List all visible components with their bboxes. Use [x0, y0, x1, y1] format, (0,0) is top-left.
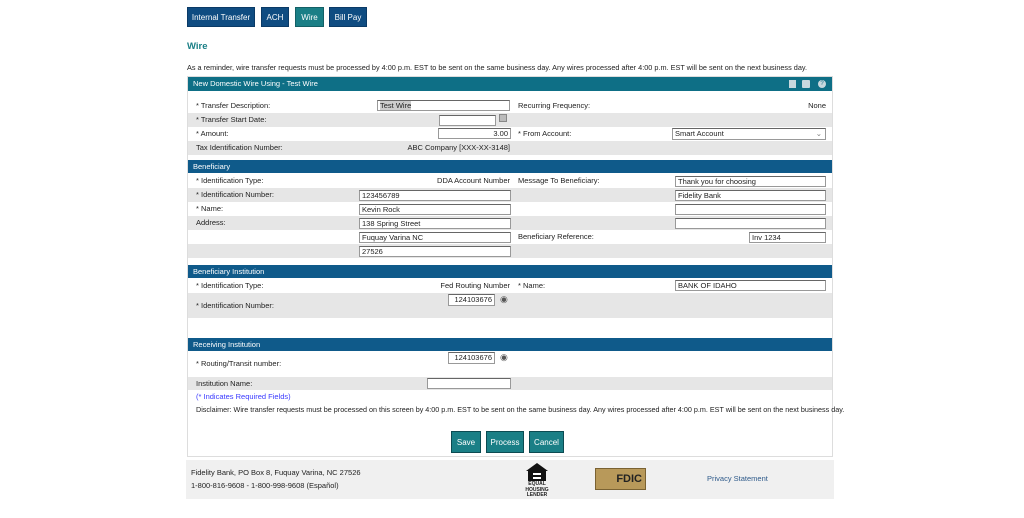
- beneficiary-name-input[interactable]: Kevin Rock: [359, 204, 511, 215]
- tax-id-label: Tax Identification Number:: [196, 143, 283, 152]
- save-button[interactable]: Save: [451, 431, 481, 453]
- equal-housing-lender-text: EQUAL HOUSING LENDER: [525, 481, 549, 498]
- process-button[interactable]: Process: [486, 431, 524, 453]
- save-icon[interactable]: [789, 80, 796, 88]
- beneficiary-id-type-label: * Identification Type:: [196, 176, 264, 185]
- message-line-4-input[interactable]: [675, 218, 826, 229]
- beneficiary-name-label: * Name:: [196, 204, 224, 213]
- address-line-1-input[interactable]: 138 Spring Street: [359, 218, 511, 229]
- amount-input[interactable]: 3.00: [438, 128, 511, 139]
- tab-ach[interactable]: ACH: [261, 7, 289, 27]
- tab-wire[interactable]: Wire: [295, 7, 324, 27]
- address-label: Address:: [196, 218, 226, 227]
- from-account-select[interactable]: Smart Account ⌄: [672, 128, 826, 140]
- panel-header: New Domestic Wire Using - Test Wire ?: [188, 77, 832, 91]
- row-bg: [188, 141, 832, 155]
- receiving-institution-name-label: Institution Name:: [196, 379, 253, 388]
- beneficiary-id-number-label: * Identification Number:: [196, 190, 274, 199]
- chevron-down-icon: ⌄: [815, 129, 822, 138]
- from-account-value: Smart Account: [675, 129, 724, 138]
- institution-id-number-input[interactable]: 124103676: [448, 294, 495, 306]
- institution-id-type-label: * Identification Type:: [196, 281, 264, 290]
- receiving-institution-header: Receiving Institution: [188, 338, 832, 351]
- transfer-description-input[interactable]: Test Wire: [377, 100, 510, 111]
- institution-id-number-label: * Identification Number:: [196, 301, 274, 310]
- beneficiary-id-number-input[interactable]: 123456789: [359, 190, 511, 201]
- beneficiary-reference-label: Beneficiary Reference:: [518, 232, 594, 241]
- privacy-statement-link[interactable]: Privacy Statement: [707, 474, 768, 483]
- recurring-frequency-value: None: [808, 101, 826, 110]
- transfer-description-value: Test Wire: [380, 101, 412, 110]
- panel-title: New Domestic Wire Using - Test Wire: [193, 79, 318, 88]
- transfer-start-date-input[interactable]: [439, 115, 496, 126]
- transfer-description-label: * Transfer Description:: [196, 101, 271, 110]
- disclaimer-text: Disclaimer: Wire transfer requests must …: [196, 405, 845, 414]
- required-fields-note: (* Indicates Required Fields): [196, 392, 291, 401]
- binoculars-search-icon[interactable]: ◉: [500, 294, 508, 305]
- row-bg: [188, 113, 832, 127]
- institution-name-label: * Name:: [518, 281, 546, 290]
- cancel-button[interactable]: Cancel: [529, 431, 564, 453]
- receiving-institution-name-input[interactable]: [427, 378, 511, 389]
- routing-number-label: * Routing/Transit number:: [196, 359, 282, 368]
- reminder-text: As a reminder, wire transfer requests mu…: [187, 63, 808, 72]
- beneficiary-institution-header: Beneficiary Institution: [188, 265, 832, 278]
- binoculars-search-icon[interactable]: ◉: [500, 352, 508, 363]
- tab-bill-pay[interactable]: Bill Pay: [329, 7, 367, 27]
- message-line-3-input[interactable]: [675, 204, 826, 215]
- tab-internal-transfer[interactable]: Internal Transfer: [187, 7, 255, 27]
- calendar-icon[interactable]: [499, 114, 507, 122]
- institution-name-input[interactable]: BANK OF IDAHO: [675, 280, 826, 291]
- page-title: Wire: [187, 41, 208, 52]
- equal-housing-lender-logo: EQUAL HOUSING LENDER: [520, 463, 554, 498]
- message-line-2-input[interactable]: Fidelity Bank: [675, 190, 826, 201]
- routing-number-input[interactable]: 124103676: [448, 352, 495, 364]
- help-icon[interactable]: ?: [818, 80, 826, 88]
- row-bg: [188, 293, 832, 318]
- beneficiary-reference-input[interactable]: Inv 1234: [749, 232, 826, 243]
- message-line-1-input[interactable]: Thank you for choosing: [675, 176, 826, 187]
- transfer-start-date-label: * Transfer Start Date:: [196, 115, 267, 124]
- tax-id-value: ABC Company [XXX-XX-3148]: [407, 143, 510, 152]
- fdic-logo: FDIC: [595, 468, 646, 490]
- institution-id-type-value: Fed Routing Number: [440, 281, 510, 290]
- footer-phone: 1-800-816-9608 - 1-800-998-9608 (Español…: [191, 481, 339, 490]
- beneficiary-header: Beneficiary: [188, 160, 832, 173]
- from-account-label: * From Account:: [518, 129, 572, 138]
- print-icon[interactable]: [802, 80, 810, 88]
- amount-label: * Amount:: [196, 129, 229, 138]
- address-line-2-input[interactable]: Fuquay Varina NC: [359, 232, 511, 243]
- recurring-frequency-label: Recurring Frequency:: [518, 101, 591, 110]
- beneficiary-id-type-value: DDA Account Number: [437, 176, 510, 185]
- message-to-beneficiary-label: Message To Beneficiary:: [518, 176, 600, 185]
- address-line-3-input[interactable]: 27526: [359, 246, 511, 257]
- footer-address: Fidelity Bank, PO Box 8, Fuquay Varina, …: [191, 468, 361, 477]
